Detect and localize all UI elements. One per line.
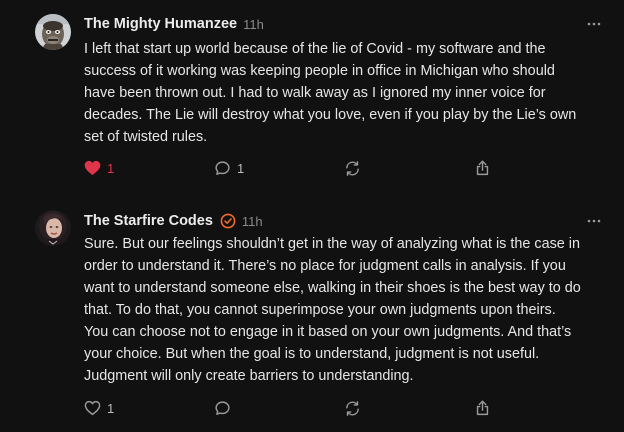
share-button[interactable] bbox=[474, 398, 491, 418]
comment-text: I left that start up world because of th… bbox=[84, 38, 606, 148]
text-line: success of it working was keeping people… bbox=[84, 63, 555, 79]
text-line: that. To do that, you cannot superimpose… bbox=[84, 302, 556, 318]
avatar[interactable] bbox=[35, 14, 71, 50]
text-line: set of twisted rules. bbox=[84, 129, 208, 145]
like-button[interactable]: 1 bbox=[84, 158, 114, 178]
author-name[interactable]: The Mighty Humanzee bbox=[84, 16, 237, 32]
like-count: 1 bbox=[107, 400, 115, 416]
text-line: I left that start up world because of th… bbox=[84, 41, 546, 57]
like-count: 1 bbox=[107, 160, 115, 176]
post-header: The Starfire Codes 11h bbox=[84, 211, 602, 231]
more-icon[interactable] bbox=[586, 213, 602, 229]
share-icon bbox=[474, 399, 491, 417]
text-line: decades. The Lie will destroy what you l… bbox=[84, 107, 577, 123]
author-name[interactable]: The Starfire Codes bbox=[84, 213, 213, 229]
text-line: your choice. But when the goal is to und… bbox=[84, 346, 540, 362]
comment-text: Sure. But our feelings shouldn’t get in … bbox=[84, 233, 606, 387]
avatar[interactable] bbox=[35, 210, 71, 246]
text-line: Sure. But our feelings shouldn’t get in … bbox=[84, 236, 580, 252]
comment-icon bbox=[214, 400, 231, 417]
comment-count: 1 bbox=[237, 160, 245, 176]
text-line: want to understand someone else, walking… bbox=[84, 280, 581, 296]
comment-icon bbox=[214, 160, 231, 177]
comments-feed: The Mighty Humanzee 11h I left that star… bbox=[0, 0, 624, 432]
like-button[interactable]: 1 bbox=[84, 398, 114, 418]
share-button[interactable] bbox=[474, 158, 491, 178]
repost-icon bbox=[344, 160, 361, 177]
post-header: The Mighty Humanzee 11h bbox=[84, 14, 602, 34]
comment-button[interactable]: 1 bbox=[214, 158, 244, 178]
heart-icon bbox=[84, 160, 101, 176]
timestamp[interactable]: 11h bbox=[242, 214, 263, 229]
text-line: order to understand it. There’s no place… bbox=[84, 258, 566, 274]
action-bar: 1 bbox=[84, 398, 504, 418]
timestamp[interactable]: 11h bbox=[243, 17, 264, 32]
heart-icon bbox=[84, 400, 101, 416]
comment-button[interactable] bbox=[214, 398, 231, 418]
text-line: You can choose not to engage in it based… bbox=[84, 324, 572, 340]
share-icon bbox=[474, 159, 491, 177]
text-line: have been thrown out. I had to walk away… bbox=[84, 85, 546, 101]
more-icon[interactable] bbox=[586, 16, 602, 32]
verified-badge-icon bbox=[220, 213, 236, 229]
text-line: Judgment will only create barriers to un… bbox=[84, 368, 414, 384]
action-bar: 1 1 bbox=[84, 158, 504, 178]
repost-button[interactable] bbox=[344, 398, 361, 418]
repost-icon bbox=[344, 400, 361, 417]
repost-button[interactable] bbox=[344, 158, 361, 178]
